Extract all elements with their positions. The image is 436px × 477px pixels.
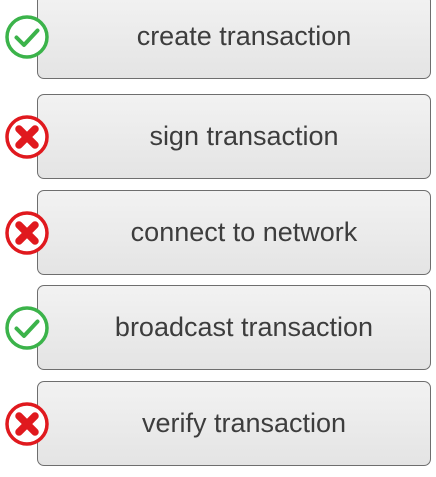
step-broadcast-transaction: broadcast transaction <box>0 285 436 381</box>
x-circle-icon <box>4 210 50 256</box>
check-circle-icon <box>4 305 50 351</box>
step-label: broadcast transaction <box>114 312 374 342</box>
step-box: connect to network <box>37 190 431 275</box>
transaction-steps-list: create transaction sign transaction conn… <box>0 0 436 469</box>
step-label: connect to network <box>130 217 358 247</box>
check-circle-icon-graphic <box>5 15 49 59</box>
step-label: sign transaction <box>149 121 339 151</box>
step-label: create transaction <box>136 21 352 51</box>
x-circle-icon-graphic <box>5 115 49 159</box>
step-connect-to-network: connect to network <box>0 190 436 286</box>
step-verify-transaction: verify transaction <box>0 381 436 477</box>
x-circle-icon <box>4 401 50 447</box>
step-label: verify transaction <box>141 408 347 438</box>
step-box: sign transaction <box>37 94 431 179</box>
check-circle-icon-graphic <box>5 306 49 350</box>
x-circle-icon <box>4 114 50 160</box>
step-create-transaction: create transaction <box>0 0 436 90</box>
step-box: create transaction <box>37 0 431 79</box>
step-box: broadcast transaction <box>37 285 431 370</box>
step-box: verify transaction <box>37 381 431 466</box>
x-circle-icon-graphic <box>5 402 49 446</box>
check-circle-icon <box>4 14 50 60</box>
x-circle-icon-graphic <box>5 211 49 255</box>
step-sign-transaction: sign transaction <box>0 94 436 190</box>
